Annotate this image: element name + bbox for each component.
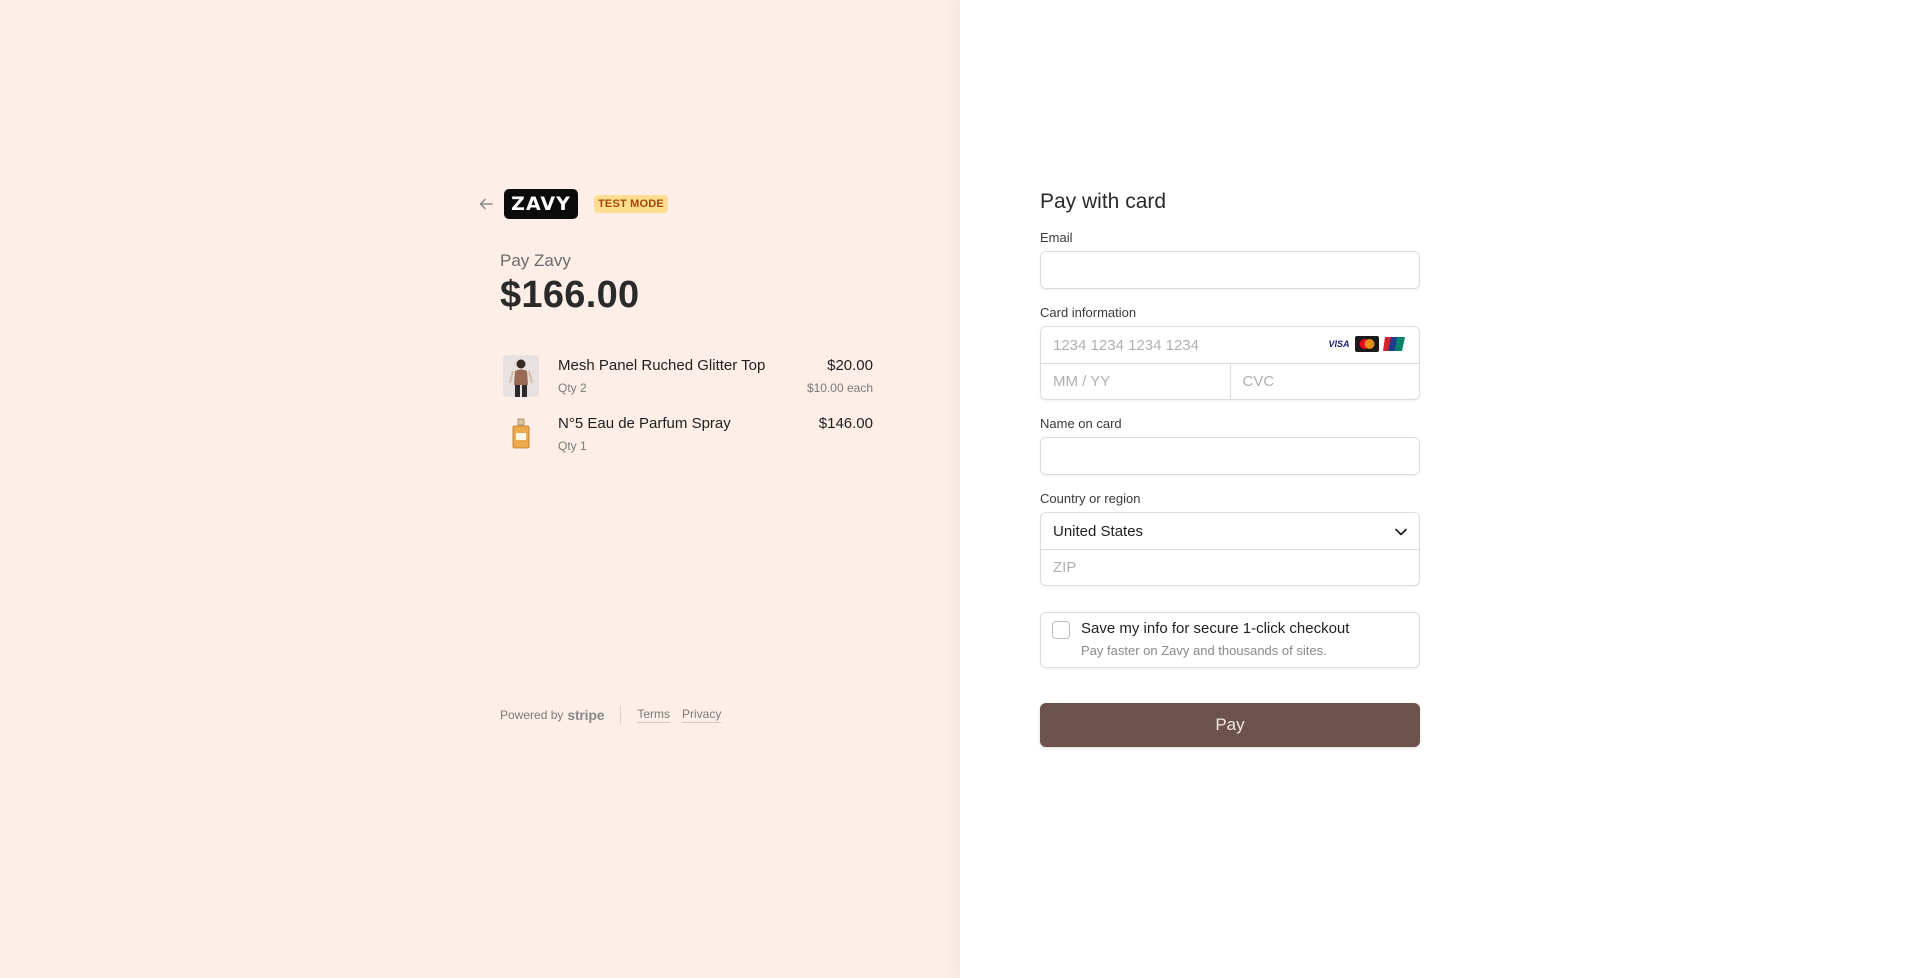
item-unit-price: $10.00 each: [806, 381, 873, 395]
terms-link[interactable]: Terms: [637, 707, 670, 723]
save-info-title: Save my info for secure 1-click checkout: [1081, 620, 1350, 637]
pay-merchant-label: Pay Zavy: [500, 251, 571, 270]
card-number-placeholder: 1234 1234 1234 1234: [1053, 336, 1199, 354]
line-items: Mesh Panel Ruched Glitter Top Qty 2 $20.…: [500, 352, 873, 468]
card-info-label: Card information: [1040, 305, 1137, 320]
form-title: Pay with card: [1040, 190, 1167, 213]
card-info-box: 1234 1234 1234 1234 VISA MM / YY CVC: [1040, 326, 1420, 400]
name-group: Name on card: [1040, 416, 1420, 475]
item-qty: Qty 1: [558, 439, 587, 453]
save-info-subtitle: Pay faster on Zavy and thousands of site…: [1081, 643, 1327, 658]
cvc-placeholder: CVC: [1242, 373, 1275, 390]
chevron-down-icon: [1395, 523, 1407, 540]
country-select[interactable]: United States: [1041, 513, 1419, 549]
perfume-bottle-photo-icon: [503, 413, 539, 455]
unionpay-icon: [1383, 336, 1407, 352]
item-price: $20.00: [827, 357, 873, 374]
card-number-field[interactable]: 1234 1234 1234 1234 VISA: [1041, 327, 1419, 363]
powered-by-label: Powered by: [500, 708, 564, 722]
payment-form: Pay with card Email Card information 123…: [1040, 190, 1420, 747]
pay-button[interactable]: Pay: [1040, 703, 1420, 747]
name-on-card-label: Name on card: [1040, 416, 1122, 431]
item-qty: Qty 2: [558, 381, 587, 395]
email-label: Email: [1040, 230, 1073, 245]
footer-divider: [620, 706, 622, 724]
expiry-placeholder: MM / YY: [1053, 373, 1111, 390]
country-zip-box: United States ZIP: [1040, 512, 1420, 586]
cvc-field[interactable]: CVC: [1229, 363, 1420, 400]
card-brands: VISA: [1327, 336, 1407, 352]
item-price: $146.00: [818, 415, 873, 432]
item-name: N°5 Eau de Parfum Spray: [558, 415, 731, 432]
clothing-model-photo-icon: [503, 355, 539, 397]
footer: Powered by stripe Terms Privacy: [500, 706, 733, 724]
name-on-card-field[interactable]: [1040, 437, 1420, 475]
expiry-field[interactable]: MM / YY: [1041, 364, 1230, 400]
zip-placeholder: ZIP: [1053, 559, 1077, 576]
save-info-checkbox[interactable]: [1052, 621, 1070, 639]
item-name: Mesh Panel Ruched Glitter Top: [558, 357, 766, 374]
line-item: Mesh Panel Ruched Glitter Top Qty 2 $20.…: [500, 352, 873, 410]
email-field[interactable]: [1040, 251, 1420, 289]
visa-icon: VISA: [1327, 336, 1351, 352]
country-label: Country or region: [1040, 491, 1141, 506]
card-expiry-cvc-row: MM / YY CVC: [1041, 363, 1420, 400]
zavy-logo[interactable]: ZAVY: [504, 189, 578, 219]
stripe-logo[interactable]: stripe: [567, 707, 604, 723]
country-value: United States: [1053, 522, 1144, 540]
country-group: Country or region United States ZIP: [1040, 491, 1420, 586]
zip-field[interactable]: ZIP: [1041, 549, 1419, 585]
mastercard-icon: [1355, 336, 1379, 352]
card-group: Card information 1234 1234 1234 1234 VIS…: [1040, 305, 1420, 400]
order-summary-pane: ZAVY TEST MODE Pay Zavy $166.00 Mesh Pan…: [0, 0, 960, 978]
email-group: Email: [1040, 230, 1420, 289]
test-mode-badge: TEST MODE: [594, 195, 668, 213]
save-info-box: Save my info for secure 1-click checkout…: [1040, 612, 1420, 668]
total-amount: $166.00: [500, 274, 640, 316]
line-item: N°5 Eau de Parfum Spray Qty 1 $146.00: [500, 410, 873, 468]
merchant-header: ZAVY TEST MODE: [476, 189, 668, 219]
privacy-link[interactable]: Privacy: [681, 707, 722, 723]
back-arrow-icon[interactable]: [476, 194, 496, 214]
